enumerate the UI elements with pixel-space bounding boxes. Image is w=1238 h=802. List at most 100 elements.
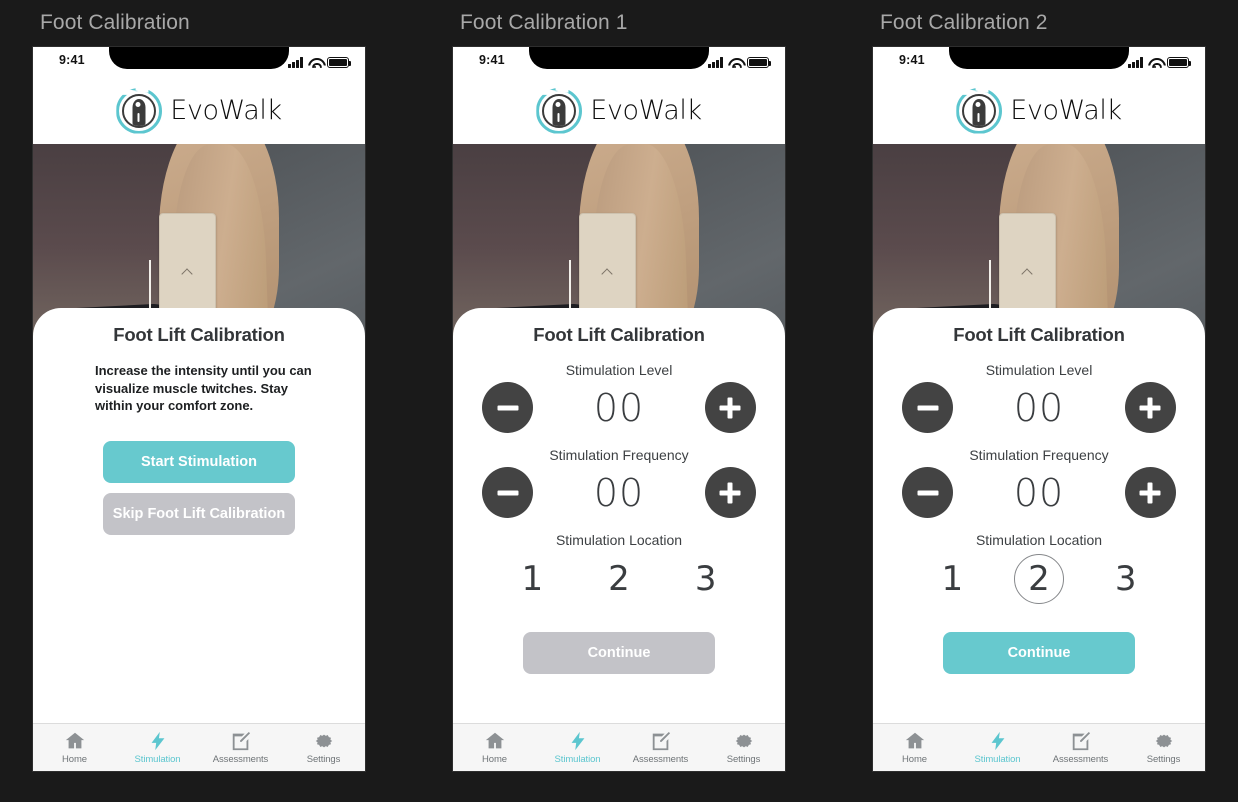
tab-assessments[interactable]: Assessments [199,730,282,765]
tab-settings[interactable]: Settings [282,730,365,765]
cellular-signal-icon [708,57,723,68]
location-option-3[interactable]: 3 [681,554,731,604]
card-title: Foot Lift Calibration [953,324,1125,345]
decrease-level-button[interactable] [902,382,953,433]
location-option-3[interactable]: 3 [1101,554,1151,604]
location-option-1[interactable]: 1 [927,554,977,604]
wifi-icon [1148,57,1162,68]
status-time: 9:41 [899,53,925,67]
tab-label: Assessments [632,754,689,765]
phone-screen-1: 9:41 EvoWalk Foot Lift Calibration Incre… [33,47,365,771]
tab-label: Home [482,754,507,765]
phone-screen-3: 9:41 EvoWalk Foot Lift Calibration Stimu… [873,47,1205,771]
location-option-2[interactable]: 2 [594,554,644,604]
stimulation-frequency-stepper: 00 [471,467,767,518]
panel-title: Foot Calibration 1 [460,11,628,34]
tab-home[interactable]: Home [873,730,956,765]
tab-label: Settings [1146,754,1181,765]
phone-frame-1: 9:41 EvoWalk Foot Lift Calibration Incre… [32,46,366,772]
phone-screen-2: 9:41 EvoWalk Foot Lift Calibration Stimu… [453,47,785,771]
stimulation-location-label: Stimulation Location [555,532,683,548]
stimulation-level-label: Stimulation Level [565,362,673,378]
cellular-signal-icon [1128,57,1143,68]
decrease-frequency-button[interactable] [482,467,533,518]
stimulation-location-options: 1 2 3 [891,554,1187,604]
edit-square-icon [652,732,670,751]
tab-stimulation[interactable]: Stimulation [536,730,619,765]
battery-icon [327,57,351,68]
increase-frequency-button[interactable] [1124,467,1176,518]
wifi-icon [728,57,742,68]
tab-label: Stimulation [554,754,601,765]
calibration-card-3: Foot Lift Calibration Stimulation Level … [873,308,1205,723]
tab-label: Home [62,754,87,765]
app-logo-bar: EvoWalk [873,77,1205,144]
status-bar: 9:41 [33,47,365,77]
tab-label: Home [902,754,927,765]
decrease-frequency-button[interactable] [902,467,953,518]
panel-foot-calibration-1: Foot Calibration 1 9:41 EvoWalk Foot Lif… [452,0,786,772]
stimulation-frequency-stepper: 00 [891,467,1187,518]
phone-frame-3: 9:41 EvoWalk Foot Lift Calibration Stimu… [872,46,1206,772]
tab-assessments[interactable]: Assessments [1039,730,1122,765]
screenshot-stage: Foot Calibration 9:41 EvoWalk Foot Lift … [0,0,1238,802]
tab-bar: Home Stimulation Assessments Settings [453,723,785,771]
edit-square-icon [232,732,250,751]
calibration-photo: Foot Lift Calibration Stimulation Level … [873,144,1205,723]
location-option-2[interactable]: 2 [1013,554,1064,604]
cellular-signal-icon [288,57,303,68]
decrease-level-button[interactable] [482,382,533,433]
brand-name: EvoWalk [590,95,702,126]
tab-stimulation[interactable]: Stimulation [956,730,1039,765]
evowalk-logo-icon [536,87,583,134]
panel-foot-calibration: Foot Calibration 9:41 EvoWalk Foot Lift … [32,0,366,772]
skip-foot-lift-calibration-button[interactable]: Skip Foot Lift Calibration [103,493,295,536]
notch [529,47,709,69]
location-option-1[interactable]: 1 [507,554,557,604]
battery-icon [747,57,771,68]
tab-label: Assessments [212,754,269,765]
gear-icon [1155,734,1172,748]
status-time: 9:41 [479,53,505,67]
notch [949,47,1129,69]
tab-home[interactable]: Home [33,730,116,765]
tab-settings[interactable]: Settings [1122,730,1205,765]
tab-label: Assessments [1052,754,1109,765]
wifi-icon [308,57,322,68]
calibration-card-2: Foot Lift Calibration Stimulation Level … [453,308,785,723]
lightning-bolt-icon [151,731,164,751]
panel-title: Foot Calibration 2 [880,11,1048,34]
card-title: Foot Lift Calibration [113,324,285,345]
increase-level-button[interactable] [1124,382,1176,433]
start-stimulation-button[interactable]: Start Stimulation [103,441,295,484]
app-logo-bar: EvoWalk [33,77,365,144]
tab-assessments[interactable]: Assessments [619,730,702,765]
tab-stimulation[interactable]: Stimulation [116,730,199,765]
tab-home[interactable]: Home [453,730,536,765]
increase-level-button[interactable] [704,382,756,433]
instruction-text: Increase the intensity until you can vis… [95,363,312,414]
status-indicators [288,55,351,68]
evowalk-logo-icon [116,87,163,134]
brand-name: EvoWalk [170,95,282,126]
brand-name: EvoWalk [1010,95,1122,126]
continue-button[interactable]: Continue [523,632,715,674]
increase-frequency-button[interactable] [704,467,756,518]
stimulation-location-label: Stimulation Location [975,532,1103,548]
evowalk-logo-icon [956,87,1003,134]
lightning-bolt-icon [991,731,1004,751]
tab-settings[interactable]: Settings [702,730,785,765]
card-title: Foot Lift Calibration [533,324,705,345]
home-icon [905,732,924,749]
lightning-bolt-icon [571,731,584,751]
tab-label: Settings [726,754,761,765]
stimulation-frequency-label: Stimulation Frequency [549,447,689,463]
calibration-photo: Foot Lift Calibration Increase the inten… [33,144,365,723]
edit-square-icon [1072,732,1090,751]
status-bar: 9:41 [873,47,1205,77]
tab-bar: Home Stimulation Assessments Settings [873,723,1205,771]
app-logo-bar: EvoWalk [453,77,785,144]
stimulation-level-value: 00 [1013,385,1065,430]
continue-button[interactable]: Continue [943,632,1135,674]
tab-label: Stimulation [974,754,1021,765]
